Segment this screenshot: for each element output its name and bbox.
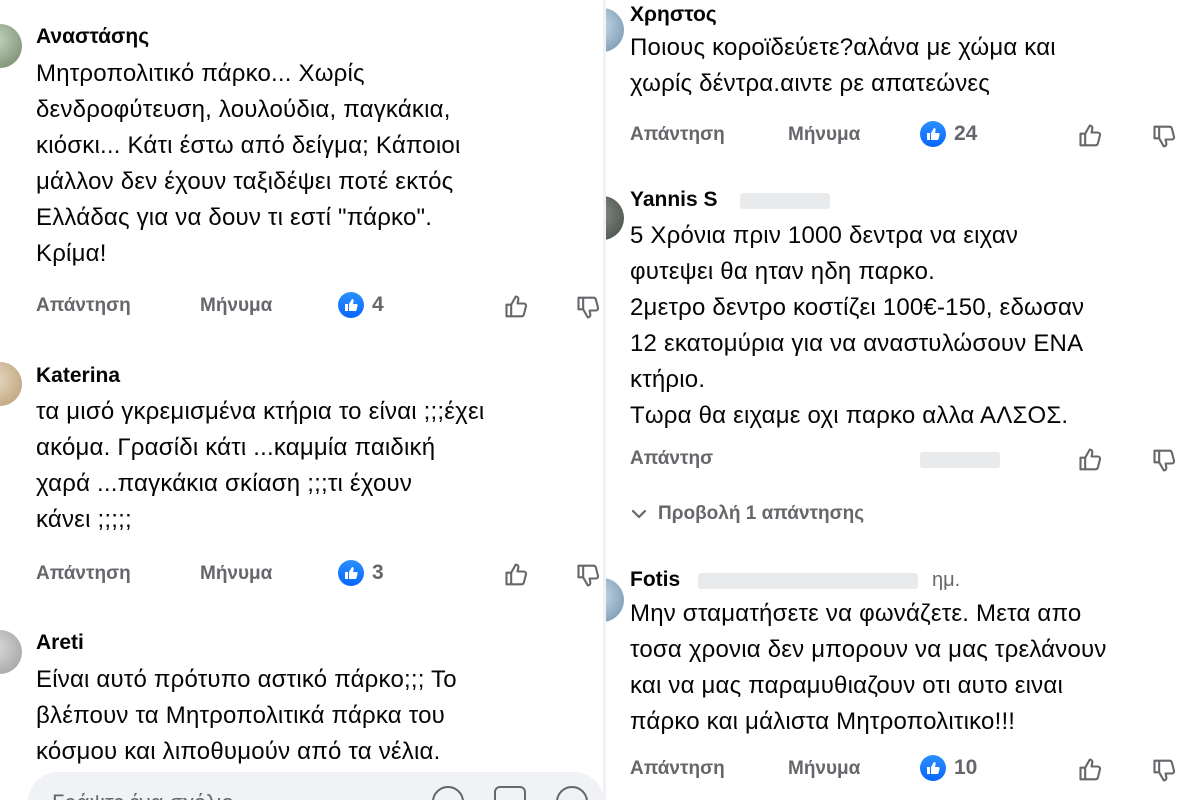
avatar[interactable] xyxy=(606,578,624,622)
comment-actions: Απάντηση Μήνυμα 3 xyxy=(36,560,604,590)
comment-text: τα μισό γκρεμισμένα κτήρια το είναι ;;;έ… xyxy=(36,398,485,533)
like-button[interactable] xyxy=(502,560,532,590)
redacted-name-block xyxy=(698,573,918,589)
comment-author[interactable]: Fotis xyxy=(630,567,680,593)
like-button[interactable] xyxy=(1076,755,1106,785)
redacted-name-block xyxy=(740,193,830,209)
chevron-down-icon xyxy=(631,509,647,519)
comment-composer[interactable]: Γράψτε ένα σχόλιο... xyxy=(28,772,604,800)
comment-actions: Απάντηση Μήνυμα 10 xyxy=(630,755,1200,785)
gif-icon[interactable] xyxy=(494,786,526,800)
avatar-sticker-icon[interactable] xyxy=(432,786,464,800)
like-count-badge[interactable]: 3 xyxy=(338,560,384,586)
avatar[interactable] xyxy=(606,196,624,240)
dislike-button[interactable] xyxy=(574,560,604,590)
view-replies-button[interactable]: Προβολή 1 απάντησης xyxy=(630,503,864,525)
comment-input[interactable]: Γράψτε ένα σχόλιο... xyxy=(52,790,252,800)
like-count-badge[interactable]: 4 xyxy=(338,292,384,318)
comment-text: Μην σταματήσετε να φωνάζετε. Μετα απο το… xyxy=(630,600,1107,735)
thumbs-up-outline-icon xyxy=(505,563,528,586)
thumbs-down-outline-icon xyxy=(577,564,600,587)
comment-actions: Απάντησ xyxy=(630,445,1200,475)
comment-timestamp: ημ. xyxy=(932,569,961,591)
comment-author[interactable]: Αναστάσης xyxy=(36,24,149,50)
reply-link[interactable]: Απάντηση xyxy=(36,563,131,585)
message-link[interactable]: Μήνυμα xyxy=(788,124,860,146)
avatar[interactable] xyxy=(0,630,22,674)
reply-link[interactable]: Απάντησ xyxy=(630,448,713,470)
thumbs-up-outline-icon xyxy=(1079,448,1102,471)
comment-text: Μητροπολιτικό πάρκο... Χωρίς δενδροφύτευ… xyxy=(36,60,461,267)
left-comment-column: Αναστάσης Μητροπολιτικό πάρκο... Χωρίς δ… xyxy=(0,0,604,800)
emoji-icon[interactable] xyxy=(556,786,588,800)
thumbs-up-icon xyxy=(920,755,946,781)
like-button[interactable] xyxy=(1076,121,1106,151)
thumbs-up-icon xyxy=(920,121,946,147)
comment-author[interactable]: Yannis S xyxy=(630,187,718,213)
like-button[interactable] xyxy=(502,292,532,322)
thumbs-down-outline-icon xyxy=(1153,449,1176,472)
comment-text: 5 Χρόνια πριν 1000 δεντρα να ειχαν φυτεψ… xyxy=(630,222,1085,429)
comment-author[interactable]: Areti xyxy=(36,630,84,656)
redacted-actions-block xyxy=(920,452,1000,468)
right-comment-column: Χρηστος Ποιους κοροϊδεύετε?αλάνα με χώμα… xyxy=(606,0,1200,800)
thumbs-up-icon xyxy=(338,292,364,318)
thumbs-down-outline-icon xyxy=(1153,759,1176,782)
thumbs-up-icon xyxy=(338,560,364,586)
like-count-badge[interactable]: 24 xyxy=(920,121,977,147)
reply-link[interactable]: Απάντηση xyxy=(630,758,725,780)
avatar[interactable] xyxy=(0,362,22,406)
message-link[interactable]: Μήνυμα xyxy=(200,563,272,585)
thumbs-down-outline-icon xyxy=(1153,125,1176,148)
comment-author[interactable]: Katerina xyxy=(36,363,120,389)
dislike-button[interactable] xyxy=(1150,121,1180,151)
thumbs-up-outline-icon xyxy=(1079,758,1102,781)
message-link[interactable]: Μήνυμα xyxy=(788,758,860,780)
dislike-button[interactable] xyxy=(574,292,604,322)
like-button[interactable] xyxy=(1076,445,1106,475)
comment-actions: Απάντηση Μήνυμα 24 xyxy=(630,121,1200,151)
comment-actions: Απάντηση Μήνυμα 4 xyxy=(36,292,604,322)
like-count-badge[interactable]: 10 xyxy=(920,755,977,781)
comment-text: Ποιους κοροϊδεύετε?αλάνα με χώμα και χωρ… xyxy=(630,34,1056,97)
comment-text: Είναι αυτό πρότυπο αστικό πάρκο;;; Το βλ… xyxy=(36,666,457,765)
dislike-button[interactable] xyxy=(1150,445,1180,475)
reply-link[interactable]: Απάντηση xyxy=(36,295,131,317)
reply-link[interactable]: Απάντηση xyxy=(630,124,725,146)
dislike-button[interactable] xyxy=(1150,755,1180,785)
avatar[interactable] xyxy=(606,8,624,52)
thumbs-up-outline-icon xyxy=(505,295,528,318)
thumbs-up-outline-icon xyxy=(1079,124,1102,147)
message-link[interactable]: Μήνυμα xyxy=(200,295,272,317)
avatar[interactable] xyxy=(0,24,22,68)
comment-author[interactable]: Χρηστος xyxy=(630,2,717,28)
thumbs-down-outline-icon xyxy=(577,296,600,319)
